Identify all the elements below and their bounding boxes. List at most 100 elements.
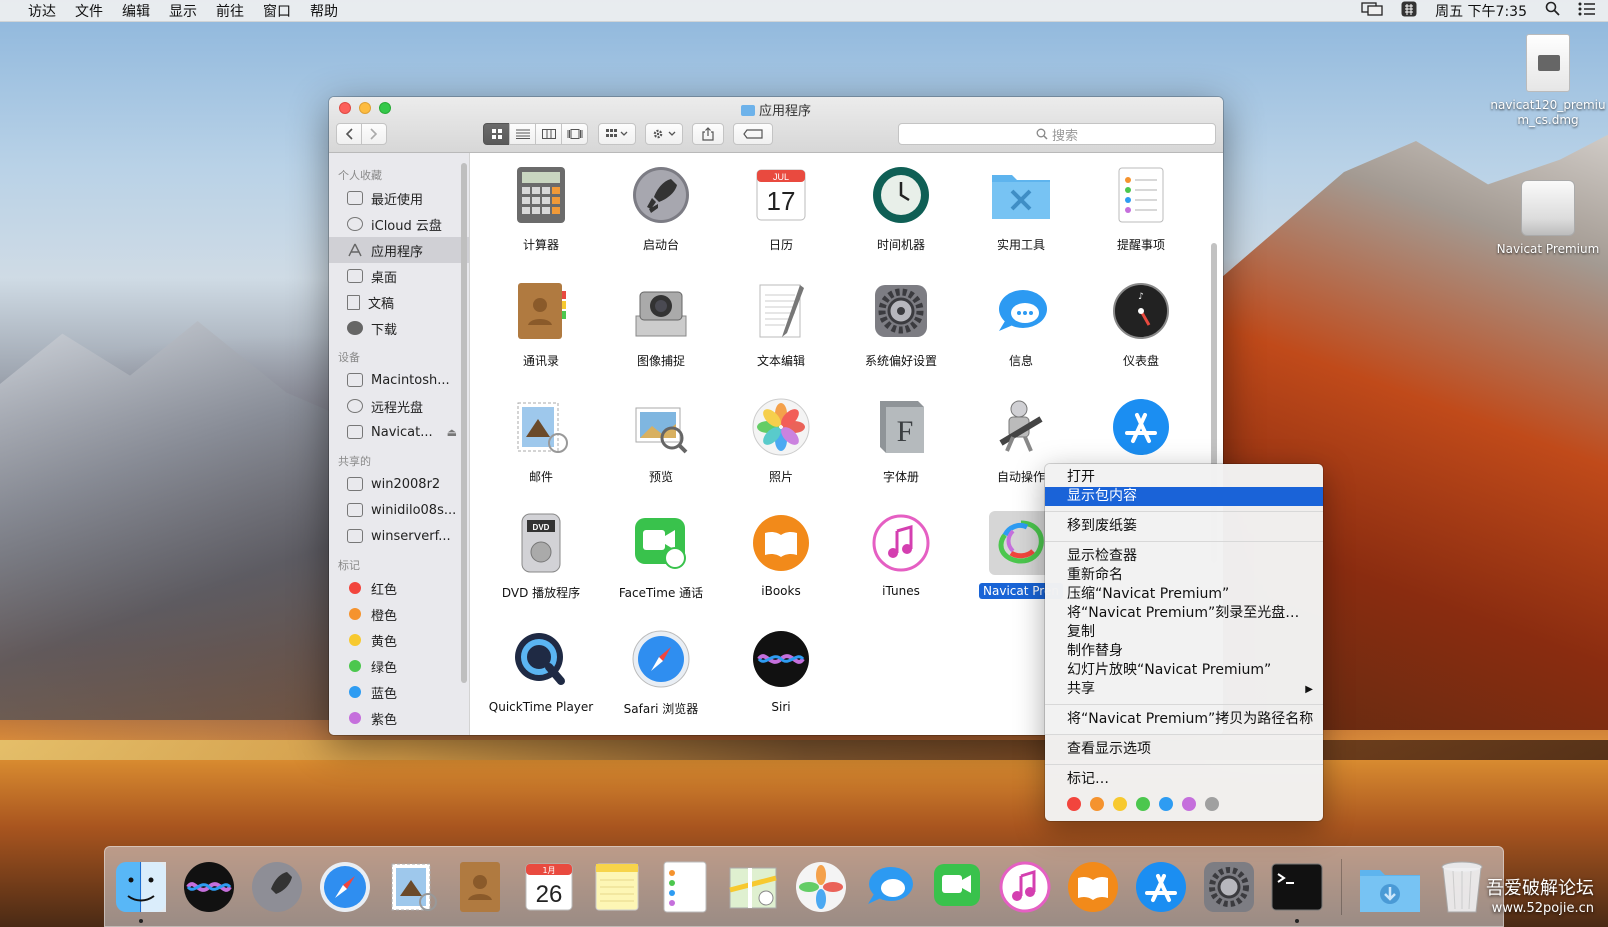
menu-item-slideshow[interactable]: 幻灯片放映“Navicat Premium” (1045, 661, 1323, 680)
display-mirroring-icon[interactable] (1361, 1, 1383, 20)
menu-item-rename[interactable]: 重新命名 (1045, 566, 1323, 585)
app-textedit[interactable]: 文本编辑 (721, 275, 841, 391)
forward-button[interactable] (361, 123, 387, 145)
menu-item-make-alias[interactable]: 制作替身 (1045, 642, 1323, 661)
dock-mail[interactable] (385, 859, 441, 915)
dock-system-preferences[interactable] (1201, 859, 1257, 915)
app-ibooks[interactable]: iBooks (721, 507, 841, 623)
app-calendar[interactable]: JUL 17 日历 (721, 159, 841, 275)
dock-calendar[interactable]: 1月 26 (521, 859, 577, 915)
sidebar-item-documents[interactable]: 文稿 (329, 289, 469, 315)
app-calculator[interactable]: 计算器 (481, 159, 601, 275)
dock-notes[interactable] (589, 859, 645, 915)
menu-item-compress[interactable]: 压缩“Navicat Premium” (1045, 585, 1323, 604)
app-reminders[interactable]: 提醒事项 (1081, 159, 1201, 275)
menu-window[interactable]: 窗口 (263, 1, 291, 21)
app-preview[interactable]: 预览 (601, 391, 721, 507)
menu-finder[interactable]: 访达 (28, 1, 56, 21)
sidebar-item-share-2[interactable]: winidilo08s... (329, 497, 469, 523)
app-image-capture[interactable]: 图像捕捉 (601, 275, 721, 391)
sidebar-scrollbar[interactable] (461, 163, 467, 683)
menu-item-share[interactable]: 共享 ▶ (1045, 680, 1323, 699)
column-view-button[interactable] (535, 123, 562, 145)
menu-item-view-options[interactable]: 查看显示选项 (1045, 740, 1323, 759)
eject-icon[interactable]: ⏏ (447, 426, 457, 439)
tag-color-purple[interactable] (1182, 797, 1196, 811)
app-contacts[interactable]: 通讯录 (481, 275, 601, 391)
tag-color-orange[interactable] (1090, 797, 1104, 811)
back-button[interactable] (336, 123, 362, 145)
dock-app-store[interactable] (1133, 859, 1189, 915)
sidebar-item-navicat-volume[interactable]: Navicat... ⏏ (329, 419, 469, 445)
sidebar-item-share-1[interactable]: win2008r2 (329, 471, 469, 497)
sidebar-item-remote-disc[interactable]: 远程光盘 (329, 393, 469, 419)
spotlight-search-icon[interactable] (1545, 1, 1560, 20)
app-dashboard[interactable]: ♪ 仪表盘 (1081, 275, 1201, 391)
menu-file[interactable]: 文件 (75, 1, 103, 21)
sidebar-item-recents[interactable]: 最近使用 (329, 185, 469, 211)
sidebar-tag-red[interactable]: 红色 (329, 575, 469, 601)
sidebar-tag-orange[interactable]: 橙色 (329, 601, 469, 627)
dock-maps[interactable] (725, 859, 781, 915)
menu-item-duplicate[interactable]: 复制 (1045, 623, 1323, 642)
sidebar-tag-blue[interactable]: 蓝色 (329, 679, 469, 705)
arrange-button[interactable] (598, 123, 636, 145)
action-gear-button[interactable] (645, 123, 683, 145)
app-mail[interactable]: 邮件 (481, 391, 601, 507)
app-utilities[interactable]: 实用工具 (961, 159, 1081, 275)
app-itunes[interactable]: iTunes (841, 507, 961, 623)
sidebar-item-icloud-drive[interactable]: iCloud 云盘 (329, 211, 469, 237)
dock-downloads-stack[interactable] (1358, 859, 1422, 915)
app-siri[interactable]: Siri (721, 623, 841, 735)
notification-center-icon[interactable] (1578, 2, 1596, 20)
menu-edit[interactable]: 编辑 (122, 1, 150, 21)
tag-color-yellow[interactable] (1113, 797, 1127, 811)
sidebar-item-applications[interactable]: 应用程序 (329, 237, 469, 263)
app-time-machine[interactable]: 时间机器 (841, 159, 961, 275)
tag-color-gray[interactable] (1205, 797, 1219, 811)
list-view-button[interactable] (509, 123, 536, 145)
dock-messages[interactable] (861, 859, 917, 915)
app-system-preferences[interactable]: 系统偏好设置 (841, 275, 961, 391)
tag-color-red[interactable] (1067, 797, 1081, 811)
app-quicktime-player[interactable]: QuickTime Player (481, 623, 601, 735)
sidebar-item-desktop[interactable]: 桌面 (329, 263, 469, 289)
menu-item-tags[interactable]: 标记… (1045, 770, 1323, 789)
input-method-icon[interactable] (1401, 1, 1417, 21)
menu-item-show-package-contents[interactable]: 显示包内容 (1045, 487, 1323, 506)
edit-tags-button[interactable] (733, 123, 773, 145)
sidebar-tag-yellow[interactable]: 黄色 (329, 627, 469, 653)
dock-siri[interactable] (181, 859, 237, 915)
gallery-view-button[interactable] (561, 123, 588, 145)
dock-trash[interactable] (1434, 859, 1490, 915)
app-dvd-player[interactable]: DVD DVD 播放程序 (481, 507, 601, 623)
menu-item-burn-to-disc[interactable]: 将“Navicat Premium”刻录至光盘… (1045, 604, 1323, 623)
sidebar-item-downloads[interactable]: 下载 (329, 315, 469, 341)
menu-item-copy-pathname[interactable]: 将“Navicat Premium”拷贝为路径名称 (1045, 710, 1323, 729)
dock-finder[interactable] (113, 859, 169, 923)
share-button[interactable] (692, 123, 724, 145)
dock-ibooks[interactable] (1065, 859, 1121, 915)
app-photos[interactable]: 照片 (721, 391, 841, 507)
app-messages[interactable]: 信息 (961, 275, 1081, 391)
app-launchpad[interactable]: 启动台 (601, 159, 721, 275)
app-facetime[interactable]: FaceTime 通话 (601, 507, 721, 623)
sidebar-tag-purple[interactable]: 紫色 (329, 705, 469, 731)
desktop-icon-dmg[interactable]: navicat120_premium_cs.dmg (1488, 34, 1608, 128)
app-font-book[interactable]: F 字体册 (841, 391, 961, 507)
sidebar-tag-green[interactable]: 绿色 (329, 653, 469, 679)
desktop-icon-volume[interactable]: Navicat Premium (1488, 180, 1608, 256)
search-field[interactable]: 搜索 (898, 123, 1216, 145)
app-safari[interactable]: Safari 浏览器 (601, 623, 721, 735)
tag-color-blue[interactable] (1159, 797, 1173, 811)
dock-launchpad[interactable] (249, 859, 305, 915)
dock-itunes[interactable] (997, 859, 1053, 915)
sidebar-item-macintosh-hd[interactable]: Macintosh... (329, 367, 469, 393)
clock[interactable]: 周五 下午7:35 (1435, 1, 1527, 21)
tag-color-green[interactable] (1136, 797, 1150, 811)
sidebar-item-share-3[interactable]: winserverf... (329, 523, 469, 549)
menu-item-get-info[interactable]: 显示检查器 (1045, 547, 1323, 566)
menu-view[interactable]: 显示 (169, 1, 197, 21)
menu-go[interactable]: 前往 (216, 1, 244, 21)
dock-safari[interactable] (317, 859, 373, 915)
